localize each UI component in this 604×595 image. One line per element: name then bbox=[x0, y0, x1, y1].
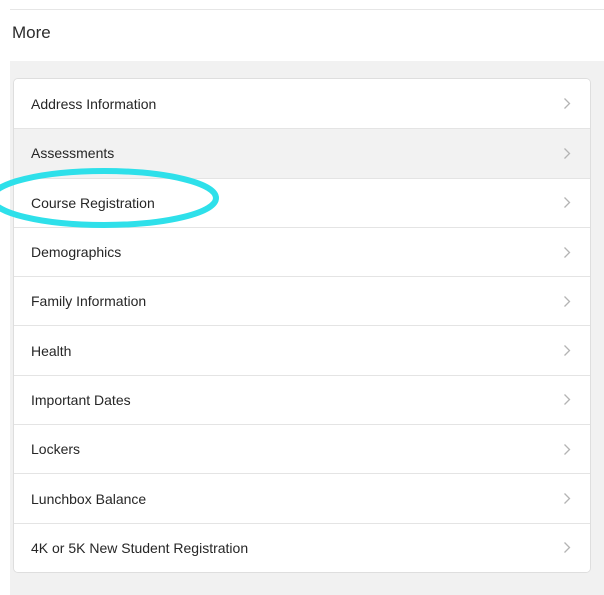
menu-item-label: Important Dates bbox=[31, 391, 131, 408]
menu-item-label: Health bbox=[31, 342, 72, 359]
chevron-right-icon bbox=[562, 245, 572, 259]
menu-item-label: 4K or 5K New Student Registration bbox=[31, 539, 249, 556]
menu-item-lunchbox-balance[interactable]: Lunchbox Balance bbox=[14, 473, 590, 523]
chevron-right-icon bbox=[562, 146, 572, 160]
chevron-right-icon bbox=[562, 393, 572, 407]
menu-item-label: Family Information bbox=[31, 293, 147, 310]
menu-item-label: Assessments bbox=[31, 145, 115, 162]
menu-item-label: Demographics bbox=[31, 244, 122, 261]
menu-item-assessments[interactable]: Assessments bbox=[14, 128, 590, 178]
chevron-right-icon bbox=[562, 442, 572, 456]
chevron-right-icon bbox=[562, 344, 572, 358]
chevron-right-icon bbox=[562, 97, 572, 111]
menu-item-health[interactable]: Health bbox=[14, 325, 590, 375]
menu-item-label: Lockers bbox=[31, 441, 81, 458]
top-divider bbox=[10, 9, 604, 10]
chevron-right-icon bbox=[562, 492, 572, 506]
menu-item-address-information[interactable]: Address Information bbox=[14, 79, 590, 129]
menu-item-family-information[interactable]: Family Information bbox=[14, 276, 590, 326]
menu-item-label: Lunchbox Balance bbox=[31, 490, 147, 507]
chevron-right-icon bbox=[562, 541, 572, 555]
chevron-right-icon bbox=[562, 294, 572, 308]
page-title: More bbox=[12, 23, 51, 42]
menu-item-important-dates[interactable]: Important Dates bbox=[14, 374, 590, 425]
menu-item-lockers[interactable]: Lockers bbox=[14, 424, 590, 474]
menu-item-demographics[interactable]: Demographics bbox=[14, 226, 590, 277]
more-menu-list: Address Information Assessments Course R… bbox=[13, 78, 591, 573]
menu-item-label: Course Registration bbox=[31, 194, 155, 211]
menu-item-new-student-registration[interactable]: 4K or 5K New Student Registration bbox=[14, 522, 590, 572]
menu-item-label: Address Information bbox=[31, 95, 157, 112]
menu-item-course-registration[interactable]: Course Registration bbox=[14, 177, 590, 227]
chevron-right-icon bbox=[562, 196, 572, 210]
